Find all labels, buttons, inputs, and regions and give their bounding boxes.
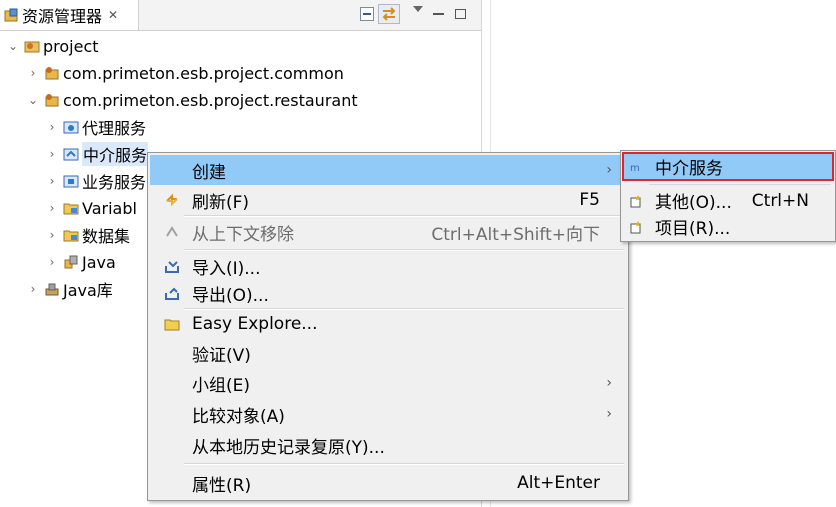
menu-item-label: 比较对象(A)	[192, 406, 285, 427]
submenu-item-project[interactable]: 项目(R)...	[623, 213, 833, 240]
collapsed-chevron-icon[interactable]: ›	[45, 120, 59, 134]
submenu-item-other[interactable]: 其他(O)... Ctrl+N	[623, 187, 833, 214]
shortcut-label: Ctrl+N	[751, 190, 809, 211]
menu-item-label: 从上下文移除	[192, 224, 294, 245]
menu-item-import[interactable]: 导入(I)...	[150, 251, 626, 281]
refresh-icon	[166, 193, 178, 207]
collapsed-chevron-icon[interactable]: ›	[26, 282, 40, 296]
dataset-folder-icon	[63, 230, 79, 242]
tree-item-project[interactable]: ⌄ project	[6, 33, 99, 59]
import-icon	[165, 261, 179, 273]
tree-item-label: 业务服务	[82, 173, 147, 192]
submenu-item-mediation-service[interactable]: m 中介服务	[622, 152, 834, 181]
collapse-all-button[interactable]	[360, 7, 374, 21]
context-menu: 创建 › 刷新(F) F5 从上下文移除 Ctrl+Alt+Shift+向下 导…	[147, 152, 629, 501]
link-arrows-icon	[382, 7, 396, 21]
svg-text:m: m	[630, 163, 640, 174]
project-icon	[24, 41, 40, 53]
collapsed-chevron-icon[interactable]: ›	[45, 174, 59, 188]
tree-item-label: com.primeton.esb.project.common	[63, 63, 344, 83]
create-submenu: m 中介服务 其他(O)... Ctrl+N 项目(R)...	[620, 150, 836, 242]
tree-item-java[interactable]: › Java	[45, 249, 116, 275]
menu-item-validate[interactable]: 验证(V)	[150, 338, 626, 368]
collapsed-chevron-icon[interactable]: ›	[45, 228, 59, 242]
menu-separator	[184, 463, 624, 465]
view-tab-bar: 资源管理器 ✕	[0, 0, 481, 31]
menu-item-label: 验证(V)	[192, 345, 251, 366]
tree-item-label: Java库	[63, 281, 113, 300]
menu-item-properties[interactable]: 属性(R) Alt+Enter	[150, 468, 626, 498]
tab-resource-explorer[interactable]: 资源管理器 ✕	[0, 0, 139, 30]
submenu-arrow-icon: ›	[606, 162, 612, 178]
menu-item-label: 属性(R)	[192, 475, 252, 496]
tab-title: 资源管理器	[22, 7, 103, 26]
remove-context-icon	[166, 226, 178, 237]
export-icon	[165, 287, 179, 300]
submenu-item-label: 项目(R)...	[655, 219, 731, 239]
close-tab-icon[interactable]: ✕	[108, 8, 118, 22]
mediation-service-icon	[63, 148, 79, 161]
submenu-arrow-icon: ›	[606, 375, 612, 391]
tree-item-label: 代理服务	[82, 119, 147, 138]
shortcut-label: Alt+Enter	[517, 473, 600, 493]
tree-item-label: 中介服务	[82, 142, 149, 166]
menu-item-compare[interactable]: 比较对象(A) ›	[150, 399, 626, 429]
folder-icon	[164, 319, 180, 331]
maximize-icon[interactable]	[455, 9, 466, 19]
view-menu-icon[interactable]	[413, 6, 423, 12]
menu-item-label: 导入(I)...	[192, 258, 261, 279]
tree-item-label: 数据集	[82, 227, 131, 246]
package-icon	[45, 67, 59, 80]
library-icon	[45, 283, 59, 296]
explorer-icon	[4, 8, 18, 21]
variable-folder-icon	[63, 203, 79, 215]
menu-item-export[interactable]: 导出(O)...	[150, 278, 626, 308]
menu-item-group[interactable]: 小组(E) ›	[150, 368, 626, 398]
tree-item-label: project	[43, 36, 99, 56]
collapsed-chevron-icon[interactable]: ›	[45, 201, 59, 215]
menu-item-label: 从本地历史记录复原(Y)...	[192, 437, 385, 458]
menu-item-create[interactable]: 创建 ›	[150, 155, 626, 185]
tree-item-business-service[interactable]: › 业务服务	[45, 168, 146, 194]
menu-item-refresh[interactable]: 刷新(F) F5	[150, 185, 626, 215]
tree-item-common[interactable]: › com.primeton.esb.project.common	[26, 60, 344, 86]
tree-item-variable[interactable]: › Variabl	[45, 195, 137, 221]
menu-item-label: 小组(E)	[192, 375, 251, 396]
submenu-arrow-icon: ›	[606, 406, 612, 422]
menu-item-easy-explore[interactable]: Easy Explore...	[150, 309, 626, 339]
menu-item-label: 刷新(F)	[192, 192, 250, 213]
tree-item-restaurant[interactable]: ⌄ com.primeton.esb.project.restaurant	[26, 87, 358, 113]
new-project-icon	[630, 220, 641, 233]
collapsed-chevron-icon[interactable]: ›	[45, 255, 59, 269]
shortcut-label: F5	[579, 190, 600, 210]
minimize-icon[interactable]	[433, 13, 444, 15]
tree-item-dataset[interactable]: › 数据集	[45, 222, 130, 248]
business-service-icon	[63, 175, 79, 188]
collapsed-chevron-icon[interactable]: ›	[26, 66, 40, 80]
tree-item-label: Variabl	[82, 198, 137, 218]
menu-item-label: 创建	[192, 162, 226, 183]
mediation-icon: m	[630, 163, 640, 174]
menu-item-label: 导出(O)...	[192, 285, 269, 306]
tree-item-proxy-service[interactable]: › 代理服务	[45, 114, 146, 140]
tree-item-java-library[interactable]: › Java库	[26, 276, 113, 302]
expanded-chevron-icon[interactable]: ⌄	[26, 93, 40, 107]
expanded-chevron-icon[interactable]: ⌄	[6, 39, 20, 53]
java-icon	[64, 255, 78, 269]
menu-item-label: Easy Explore...	[192, 314, 318, 334]
menu-item-remove-from-context: 从上下文移除 Ctrl+Alt+Shift+向下	[150, 217, 626, 247]
tree-item-mediation-service[interactable]: › 中介服务	[45, 141, 149, 167]
proxy-service-icon	[63, 121, 79, 134]
new-wizard-icon	[630, 194, 641, 207]
submenu-item-label: 中介服务	[655, 159, 723, 179]
menu-item-restore-local-history[interactable]: 从本地历史记录复原(Y)...	[150, 430, 626, 460]
link-with-editor-button[interactable]	[378, 4, 400, 24]
collapsed-chevron-icon[interactable]: ›	[45, 147, 59, 161]
submenu-item-label: 其他(O)...	[655, 193, 732, 213]
menu-separator	[649, 184, 831, 185]
shortcut-label: Ctrl+Alt+Shift+向下	[431, 224, 600, 245]
package-icon	[45, 94, 59, 107]
tree-item-label: Java	[82, 252, 116, 272]
tree-item-label: com.primeton.esb.project.restaurant	[63, 90, 358, 110]
